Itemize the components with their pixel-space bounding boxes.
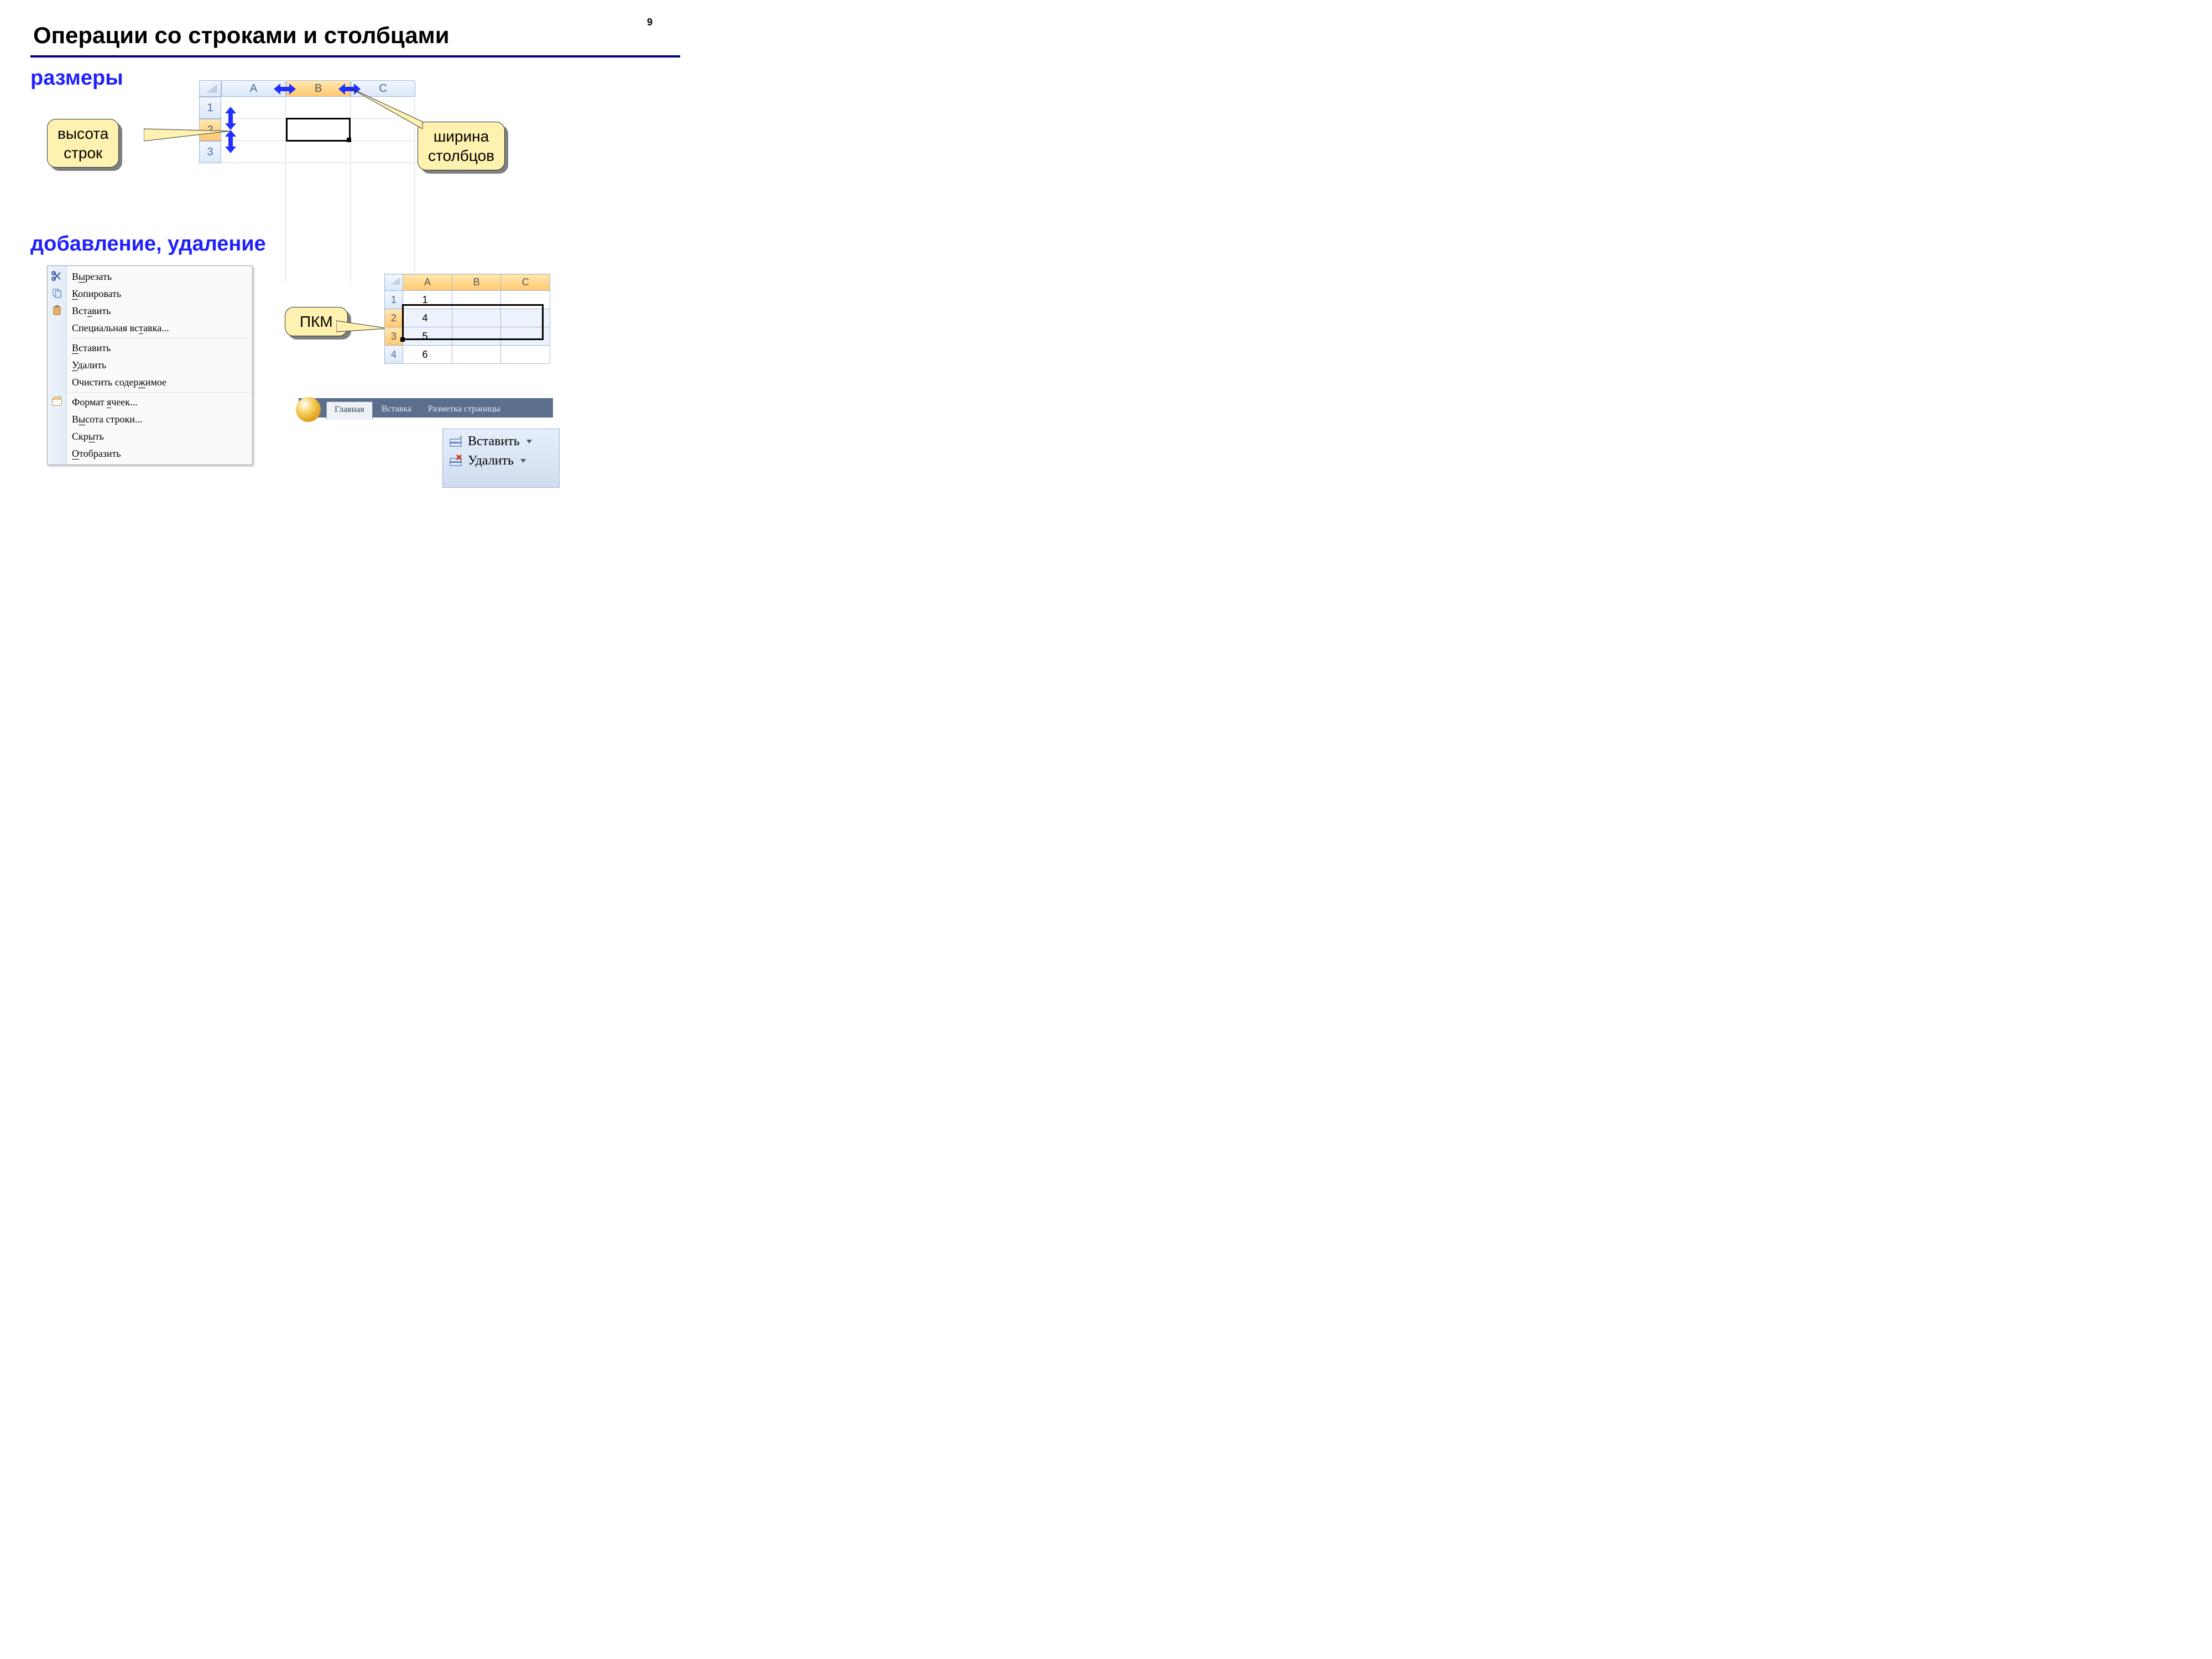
callout-text: ширина [434, 128, 489, 145]
tab-layout[interactable]: Разметка страницы [420, 401, 508, 420]
resize-col-arrow-icon [338, 82, 361, 96]
slide-title: Операции со строками и столбцами [33, 22, 450, 49]
tab-insert[interactable]: Вставка [374, 401, 419, 420]
page-number: 9 [647, 17, 653, 28]
svg-text:+: + [459, 435, 463, 441]
selectall-corner[interactable] [199, 80, 221, 97]
menu-copy[interactable]: Копировать [48, 285, 252, 302]
col-header-A[interactable]: A [403, 274, 452, 291]
row-header-1[interactable]: 1 [385, 291, 403, 309]
col-header-B[interactable]: B [452, 274, 501, 291]
menu-clear[interactable]: Очистить содержимое [48, 374, 252, 391]
row-header-4[interactable]: 4 [385, 346, 403, 364]
cell[interactable]: 6 [403, 346, 452, 364]
insert-row-icon: + [449, 435, 463, 449]
resize-row-arrow-icon [224, 107, 237, 130]
menu-pastespecial[interactable]: Специальная вставка... [48, 320, 252, 337]
menu-cut[interactable]: Вырезать [48, 268, 252, 285]
resize-col-arrow-icon [274, 82, 296, 96]
row-header-3[interactable]: 3 [385, 327, 403, 346]
ribbon-delete-button[interactable]: Удалить [446, 451, 556, 471]
scissors-icon [51, 270, 62, 281]
tab-home[interactable]: Главная [326, 401, 373, 420]
paste-icon [51, 305, 62, 316]
format-icon [51, 396, 62, 407]
button-label: Удалить [468, 453, 514, 468]
ribbon-insert-button[interactable]: + Вставить [446, 432, 556, 451]
callout-col-width: ширина столбцов [418, 122, 505, 170]
spreadsheet-grid-sizes: A B C 1 2 3 [199, 80, 418, 213]
row-selection [402, 304, 544, 340]
row-header-3[interactable]: 3 [199, 141, 221, 163]
callout-text: высота [58, 125, 108, 142]
callout-text: строк [64, 144, 102, 161]
button-label: Вставить [468, 434, 520, 449]
dropdown-icon[interactable] [526, 440, 532, 444]
selectall-corner[interactable] [385, 274, 403, 291]
title-rule [30, 55, 680, 58]
callout-text: столбцов [428, 147, 494, 164]
col-header-C[interactable]: C [501, 274, 550, 291]
spreadsheet-grid-rows: A B C 11 24 35 46 [384, 274, 550, 373]
section-sizes: размеры [30, 66, 123, 90]
row-header-1[interactable]: 1 [199, 97, 221, 119]
fill-handle[interactable] [400, 337, 405, 342]
fill-handle[interactable] [347, 138, 351, 142]
active-cell[interactable] [286, 118, 351, 142]
menu-formatcells[interactable]: Формат ячеек... [48, 394, 252, 411]
callout-row-height: высота строк [47, 119, 119, 168]
ribbon-bar: Главная Вставка Разметка страницы [299, 398, 553, 418]
menu-insert[interactable]: Вставить [48, 340, 252, 357]
ribbon-cells-group: + Вставить Удалить [442, 429, 560, 488]
menu-hide[interactable]: Скрыть [48, 428, 252, 445]
context-menu: Вырезать Копировать Вставить Специальная… [47, 265, 253, 465]
delete-row-icon [449, 454, 463, 468]
resize-row-arrow-icon [224, 130, 237, 153]
menu-rowheight[interactable]: Высота строки... [48, 411, 252, 428]
menu-paste[interactable]: Вставить [48, 302, 252, 320]
copy-icon [51, 288, 62, 299]
row-header-2[interactable]: 2 [385, 309, 403, 327]
dropdown-icon[interactable] [520, 459, 526, 463]
row-header-2[interactable]: 2 [199, 119, 221, 141]
office-button-icon[interactable] [296, 397, 321, 422]
menu-unhide[interactable]: Отобразить [48, 445, 252, 462]
callout-rmb: ПКМ [285, 307, 348, 336]
menu-delete[interactable]: Удалить [48, 357, 252, 374]
